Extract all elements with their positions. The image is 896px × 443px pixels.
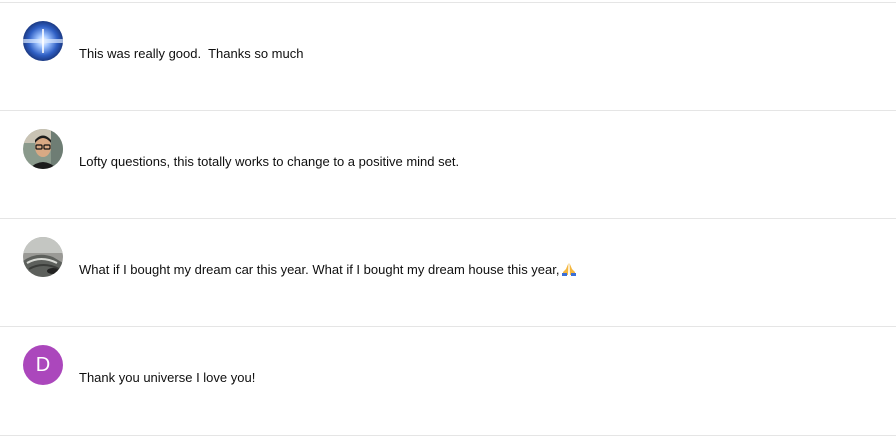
comment-text-content: What if I bought my dream car this year.… bbox=[79, 262, 560, 277]
commenter-avatar[interactable] bbox=[23, 237, 63, 277]
comment-item: D Thank you universe I love you! bbox=[0, 326, 896, 436]
comment-text: Thank you universe I love you! bbox=[79, 370, 256, 385]
abstract-blue-light-icon bbox=[23, 21, 63, 61]
comment-text: What if I bought my dream car this year.… bbox=[79, 262, 577, 278]
man-with-glasses-photo-icon bbox=[23, 129, 63, 169]
commenter-avatar[interactable] bbox=[23, 129, 63, 169]
comment-item: This was really good. Thanks so much bbox=[0, 2, 896, 110]
comment-item: What if I bought my dream car this year.… bbox=[0, 218, 896, 326]
comment-text: This was really good. Thanks so much bbox=[79, 46, 304, 61]
commenter-avatar[interactable]: D bbox=[23, 345, 63, 385]
comment-list: This was really good. Thanks so much Lof… bbox=[0, 2, 896, 436]
comment-text: Lofty questions, this totally works to c… bbox=[79, 154, 460, 169]
folded-hands-emoji-icon bbox=[561, 263, 576, 276]
car-photo-icon bbox=[23, 237, 63, 277]
comment-item: Lofty questions, this totally works to c… bbox=[0, 110, 896, 218]
commenter-avatar[interactable] bbox=[23, 21, 63, 61]
